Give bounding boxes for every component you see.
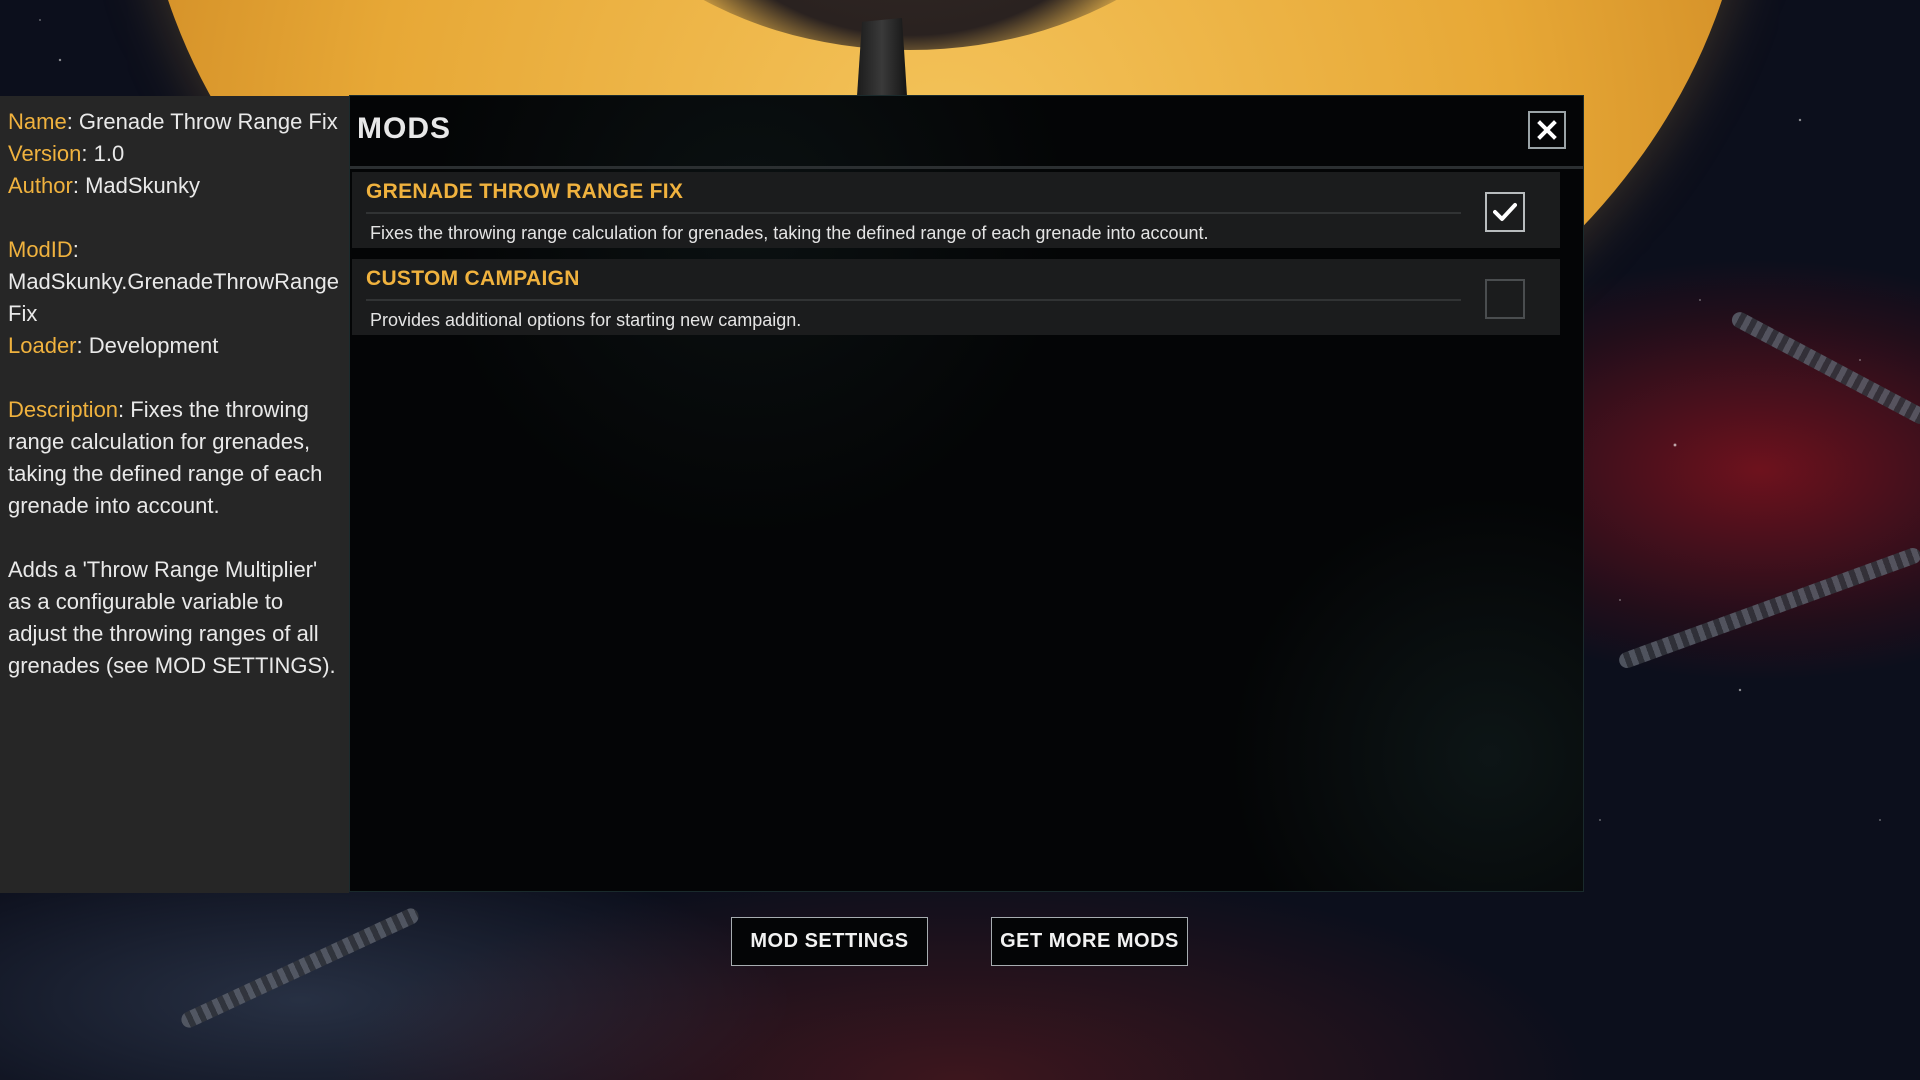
info-description-key: Description [8, 397, 119, 422]
mod-info-panel: Name: Grenade Throw Range Fix Version: 1… [0, 96, 349, 893]
checkmark-icon [1493, 203, 1517, 221]
mod-enabled-checkbox[interactable] [1485, 279, 1525, 319]
info-name-value: Grenade Throw Range Fix [78, 109, 338, 134]
close-x-icon [1537, 120, 1557, 140]
mod-row-custom-campaign[interactable]: CUSTOM CAMPAIGN Provides additional opti… [352, 259, 1560, 335]
info-author: Author: MadSkunky [8, 173, 201, 198]
info-name: Name: Grenade Throw Range Fix [8, 109, 338, 134]
info-modid: ModID: [8, 237, 79, 262]
info-version: Version: 1.0 [8, 141, 125, 166]
info-loader-key: Loader [8, 333, 77, 358]
info-author-key: Author [8, 173, 73, 198]
mod-settings-button[interactable]: MOD SETTINGS [731, 917, 928, 966]
info-description: Description: Fixes the throwing range ca… [8, 397, 323, 518]
info-author-value: MadSkunky [85, 173, 201, 198]
mod-name: GRENADE THROW RANGE FIX [366, 180, 684, 203]
mod-description: Provides additional options for starting… [370, 310, 802, 330]
mod-description: Fixes the throwing range calculation for… [370, 223, 1209, 243]
close-button[interactable] [1528, 111, 1566, 149]
info-loader-value: Development [88, 333, 219, 358]
mods-header: MODS [350, 96, 1583, 169]
mod-enabled-checkbox[interactable] [1485, 192, 1525, 232]
info-extra-text: Adds a 'Throw Range Multiplier' as a con… [8, 557, 336, 678]
info-version-key: Version [8, 141, 82, 166]
tower-silhouette [857, 18, 907, 96]
mods-window: MODS GRENADE THROW RANGE FIX Fixes the t… [349, 95, 1584, 892]
info-name-key: Name [8, 109, 67, 134]
mod-name: CUSTOM CAMPAIGN [366, 267, 580, 290]
mod-divider [366, 212, 1461, 214]
mod-row-grenade-throw-range-fix[interactable]: GRENADE THROW RANGE FIX Fixes the throwi… [352, 172, 1560, 248]
info-modid-value: MadSkunky.GrenadeThrowRangeFix [8, 269, 339, 326]
info-modid-key: ModID [8, 237, 73, 262]
info-version-value: 1.0 [93, 141, 125, 166]
mod-divider [366, 299, 1461, 301]
mods-title: MODS [357, 112, 451, 145]
get-more-mods-button[interactable]: GET MORE MODS [991, 917, 1188, 966]
info-loader: Loader: Development [8, 333, 219, 358]
